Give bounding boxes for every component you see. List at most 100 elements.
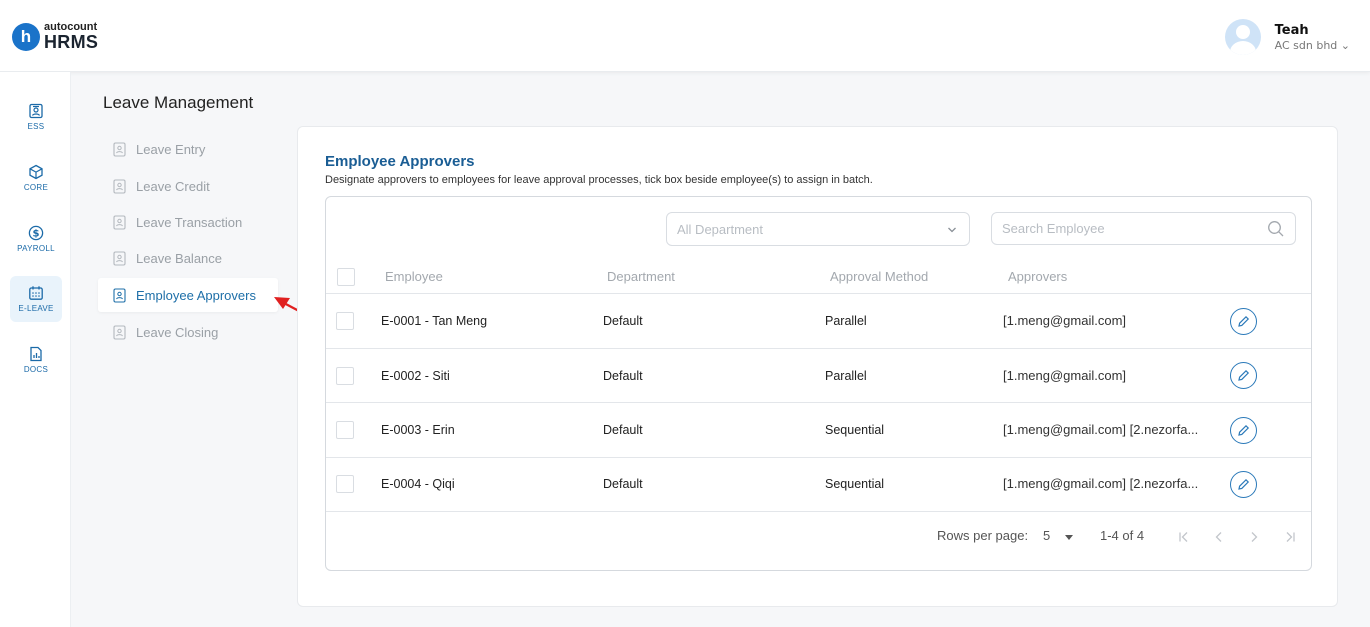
avatar[interactable] — [1224, 19, 1261, 55]
cell-employee: E-0001 - Tan Meng — [381, 314, 488, 328]
svg-text:$: $ — [33, 229, 40, 240]
pencil-icon — [1238, 369, 1250, 381]
cell-approvers: [1.meng@gmail.com] [2.nezorfa... — [1003, 476, 1199, 491]
page-title: Leave Management — [103, 93, 254, 112]
calendar-icon — [29, 286, 43, 300]
column-header-approval-method[interactable]: Approval Method — [830, 269, 928, 284]
module-rail: ESS CORE $ PAYROLL E-LEAVE DOCS — [0, 72, 71, 627]
cell-department: Default — [603, 314, 643, 328]
rail-label: ESS — [27, 122, 45, 131]
pagination-range: 1-4 of 4 — [1100, 528, 1145, 543]
first-page-icon[interactable] — [1177, 530, 1191, 544]
id-card-icon — [29, 103, 43, 119]
menu-item-leave-entry[interactable]: Leave Entry — [98, 132, 278, 166]
cell-approval-method: Sequential — [825, 423, 885, 437]
approvers-table — [325, 196, 1312, 571]
id-badge-icon — [113, 324, 126, 340]
row-checkbox[interactable] — [336, 475, 354, 493]
dollar-circle-icon: $ — [28, 225, 44, 241]
brand-logo-mark: h — [12, 22, 40, 51]
cube-icon — [29, 164, 43, 180]
menu-item-employee-approvers[interactable]: Employee Approvers — [98, 278, 278, 312]
menu-item-label: Leave Transaction — [136, 214, 243, 230]
divider — [326, 348, 1311, 349]
cell-approvers: [1.meng@gmail.com] — [1003, 368, 1127, 383]
divider — [326, 511, 1311, 512]
previous-page-icon[interactable] — [1212, 530, 1226, 544]
department-select-value: All Department — [677, 221, 763, 237]
column-header-employee[interactable]: Employee — [385, 269, 443, 284]
cell-approvers: [1.meng@gmail.com] [2.nezorfa... — [1003, 422, 1199, 437]
menu-item-label: Leave Closing — [136, 324, 219, 340]
menu-item-label: Leave Entry — [136, 141, 206, 157]
cell-department: Default — [603, 369, 643, 383]
rail-item-payroll[interactable]: $ PAYROLL — [10, 216, 62, 262]
cell-employee: E-0003 - Erin — [381, 423, 455, 437]
column-header-department[interactable]: Department — [607, 269, 675, 284]
rows-per-page-select[interactable]: 5 — [1043, 528, 1050, 543]
cell-approval-method: Parallel — [825, 314, 867, 328]
row-checkbox[interactable] — [336, 421, 354, 439]
top-bar: h autocount HRMS Teah AC sdn bhd ⌄ — [0, 0, 1370, 72]
menu-item-label: Employee Approvers — [136, 287, 256, 303]
brand-logo-bottom: HRMS — [44, 32, 99, 52]
pencil-icon — [1238, 315, 1250, 327]
search-employee-field[interactable] — [991, 212, 1296, 245]
menu-item-leave-closing[interactable]: Leave Closing — [98, 315, 278, 349]
rail-item-e-leave[interactable]: E-LEAVE — [10, 276, 62, 322]
rail-label: E-LEAVE — [18, 304, 54, 313]
row-checkbox[interactable] — [336, 367, 354, 385]
caret-down-icon[interactable] — [1062, 530, 1076, 544]
brand-logo[interactable]: h autocount HRMS — [12, 22, 98, 51]
document-chart-icon — [30, 346, 42, 362]
rail-item-docs[interactable]: DOCS — [10, 337, 62, 383]
cell-approvers: [1.meng@gmail.com] — [1003, 313, 1127, 328]
cell-department: Default — [603, 477, 643, 491]
id-badge-icon — [113, 250, 126, 266]
rail-label: CORE — [23, 183, 49, 192]
chevron-down-icon — [948, 227, 956, 233]
chevron-down-icon: ⌄ — [1340, 38, 1350, 52]
user-name: Teah — [1274, 22, 1309, 38]
id-badge-icon — [113, 287, 126, 303]
rail-item-core[interactable]: CORE — [10, 155, 62, 201]
card-title: Employee Approvers — [325, 153, 475, 170]
menu-item-leave-balance[interactable]: Leave Balance — [98, 241, 278, 275]
pencil-icon — [1238, 424, 1250, 436]
cell-approval-method: Parallel — [825, 369, 867, 383]
rail-label: PAYROLL — [17, 244, 55, 253]
menu-item-leave-credit[interactable]: Leave Credit — [98, 169, 278, 203]
pencil-icon — [1238, 478, 1250, 490]
id-badge-icon — [113, 178, 126, 194]
divider — [326, 293, 1311, 294]
department-select[interactable]: All Department — [666, 212, 970, 246]
cell-employee: E-0002 - Siti — [381, 369, 450, 383]
search-icon[interactable] — [1267, 220, 1285, 238]
menu-item-label: Leave Credit — [136, 178, 210, 194]
edit-approvers-button[interactable] — [1230, 308, 1257, 335]
divider — [326, 457, 1311, 458]
row-checkbox[interactable] — [336, 312, 354, 330]
rows-per-page-label: Rows per page: — [937, 528, 1029, 543]
id-badge-icon — [113, 214, 126, 230]
id-badge-icon — [113, 141, 126, 157]
edit-approvers-button[interactable] — [1230, 471, 1257, 498]
menu-item-label: Leave Balance — [136, 250, 223, 266]
menu-item-leave-transaction[interactable]: Leave Transaction — [98, 205, 278, 239]
user-company-dropdown[interactable]: AC sdn bhd ⌄ — [1275, 39, 1350, 52]
rail-item-ess[interactable]: ESS — [10, 94, 62, 140]
search-input[interactable] — [1002, 221, 1242, 236]
cell-department: Default — [603, 423, 643, 437]
next-page-icon[interactable] — [1247, 530, 1261, 544]
select-all-checkbox[interactable] — [337, 268, 355, 286]
divider — [326, 402, 1311, 403]
card-description: Designate approvers to employees for lea… — [325, 174, 873, 186]
column-header-approvers[interactable]: Approvers — [1008, 269, 1067, 284]
last-page-icon[interactable] — [1283, 530, 1297, 544]
edit-approvers-button[interactable] — [1230, 362, 1257, 389]
cell-approval-method: Sequential — [825, 477, 885, 491]
cell-employee: E-0004 - Qiqi — [381, 477, 455, 491]
edit-approvers-button[interactable] — [1230, 417, 1257, 444]
rail-label: DOCS — [23, 365, 49, 374]
user-menu[interactable]: Teah AC sdn bhd ⌄ — [1224, 19, 1350, 55]
